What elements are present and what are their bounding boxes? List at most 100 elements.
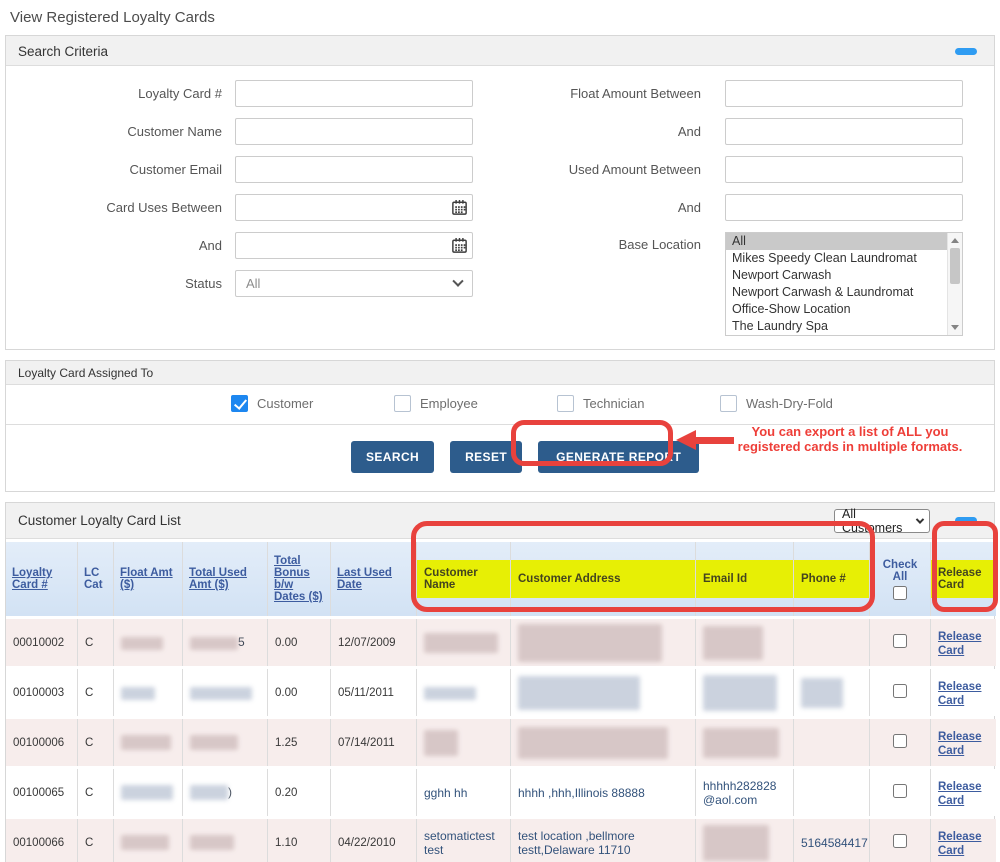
search-criteria-panel: Search Criteria Loyalty Card # Customer … bbox=[5, 35, 995, 350]
row-checkbox[interactable] bbox=[893, 634, 907, 648]
used-between-label: Used Amount Between bbox=[568, 162, 701, 177]
action-buttons: SEARCH RESET GENERATE REPORT bbox=[6, 424, 994, 491]
release-card-link[interactable]: Release Card bbox=[938, 681, 981, 707]
employee-checkbox[interactable] bbox=[394, 395, 411, 412]
base-location-option[interactable]: Mikes Speedy Clean Laundromat bbox=[726, 250, 962, 267]
redacted-value bbox=[424, 632, 498, 653]
card-uses-between-label: Card Uses Between bbox=[106, 200, 222, 215]
base-location-option[interactable]: Newport Carwash bbox=[726, 267, 962, 284]
table-row: 00010002 C 5 0.00 12/07/2009 Release Car… bbox=[6, 619, 996, 666]
redacted-value bbox=[121, 735, 171, 751]
release-card-link[interactable]: Release Card bbox=[938, 731, 981, 757]
col-header-phone: Phone # bbox=[793, 542, 869, 616]
redacted-value bbox=[801, 677, 843, 708]
base-location-listbox[interactable]: All Mikes Speedy Clean Laundromat Newpor… bbox=[725, 232, 963, 336]
redacted-value bbox=[121, 686, 155, 700]
base-location-option[interactable]: Office-Show Location bbox=[726, 301, 962, 318]
customer-filter-select[interactable]: All Customers bbox=[834, 507, 930, 535]
float-and-label: And bbox=[677, 124, 701, 139]
assigned-to-header: Loyalty Card Assigned To bbox=[6, 361, 994, 385]
redacted-value bbox=[518, 623, 662, 662]
loyalty-card-label: Loyalty Card # bbox=[138, 86, 222, 101]
sort-link-last-used[interactable]: Last Used Date bbox=[337, 567, 392, 591]
col-header-total-bonus: Total Bonus b/w Dates ($) bbox=[267, 542, 330, 616]
row-checkbox[interactable] bbox=[893, 734, 907, 748]
col-header-email-id: Email Id bbox=[695, 542, 793, 616]
redacted-value bbox=[518, 726, 668, 759]
float-from-input[interactable] bbox=[725, 80, 963, 107]
col-header-float-amt: Float Amt ($) bbox=[113, 542, 182, 616]
sort-link-float-amt[interactable]: Float Amt ($) bbox=[120, 567, 173, 591]
scrollbar[interactable] bbox=[947, 233, 962, 335]
technician-checkbox-label: Technician bbox=[583, 396, 645, 411]
base-location-label: Base Location bbox=[618, 237, 701, 252]
release-card-link[interactable]: Release Card bbox=[938, 781, 981, 807]
status-select[interactable]: All bbox=[235, 270, 473, 297]
table-row: 00100065 C ) 0.20 gghh hh hhhh ,hhh,Illi… bbox=[6, 769, 996, 816]
base-location-option[interactable]: The Laundry Spa bbox=[726, 318, 962, 335]
card-list-title: Customer Loyalty Card List bbox=[18, 513, 181, 528]
customer-checkbox[interactable] bbox=[231, 395, 248, 412]
card-list-header: Customer Loyalty Card List All Customers bbox=[6, 503, 994, 539]
row-checkbox[interactable] bbox=[893, 784, 907, 798]
customer-name-label: Customer Name bbox=[127, 124, 222, 139]
base-location-option[interactable]: Newport Carwash & Laundromat bbox=[726, 284, 962, 301]
customer-name-input[interactable] bbox=[235, 118, 473, 145]
col-header-customer-name: Customer Name bbox=[416, 542, 510, 616]
scroll-down-icon[interactable] bbox=[951, 325, 959, 330]
col-header-lc-cat: LC Cat bbox=[77, 542, 113, 616]
release-card-link[interactable]: Release Card bbox=[938, 631, 981, 657]
collapse-icon[interactable] bbox=[955, 48, 977, 55]
redacted-value bbox=[190, 735, 238, 751]
check-all-checkbox[interactable] bbox=[893, 585, 907, 600]
chevron-down-icon bbox=[452, 275, 464, 287]
sort-link-loyalty-card[interactable]: Loyalty Card # bbox=[12, 567, 52, 591]
col-header-total-used: Total Used Amt ($) bbox=[182, 542, 267, 616]
col-header-check-all: Check All bbox=[869, 542, 930, 616]
base-location-option[interactable]: All bbox=[726, 233, 962, 250]
col-header-release-card: Release Card bbox=[930, 542, 996, 616]
float-between-label: Float Amount Between bbox=[570, 86, 701, 101]
card-uses-from-input[interactable] bbox=[235, 194, 473, 221]
float-to-input[interactable] bbox=[725, 118, 963, 145]
card-uses-to-input[interactable] bbox=[235, 232, 473, 259]
redacted-value bbox=[703, 625, 763, 660]
release-card-link[interactable]: Release Card bbox=[938, 831, 981, 857]
search-button[interactable]: SEARCH bbox=[351, 441, 435, 473]
redacted-value bbox=[121, 835, 169, 851]
status-value: All bbox=[246, 276, 261, 291]
loyalty-card-input[interactable] bbox=[235, 80, 473, 107]
customer-email-input[interactable] bbox=[235, 156, 473, 183]
assigned-to-options: Customer Employee Technician Wash-Dry-Fo… bbox=[6, 385, 994, 424]
collapse-icon[interactable] bbox=[955, 517, 977, 524]
wash-dry-fold-checkbox[interactable] bbox=[720, 395, 737, 412]
customer-checkbox-label: Customer bbox=[257, 396, 314, 411]
used-from-input[interactable] bbox=[725, 156, 963, 183]
scrollbar-thumb[interactable] bbox=[950, 248, 960, 284]
redacted-value bbox=[121, 636, 163, 650]
table-header-row: Loyalty Card # LC Cat Float Amt ($) Tota… bbox=[6, 542, 996, 616]
redacted-value bbox=[190, 686, 252, 700]
calendar-icon[interactable] bbox=[451, 237, 468, 259]
row-checkbox[interactable] bbox=[893, 834, 907, 848]
used-to-input[interactable] bbox=[725, 194, 963, 221]
sort-link-total-bonus[interactable]: Total Bonus b/w Dates ($) bbox=[274, 555, 323, 603]
base-location-option[interactable]: The Laundry Spa Showroom bbox=[726, 335, 962, 336]
technician-checkbox[interactable] bbox=[557, 395, 574, 412]
row-checkbox[interactable] bbox=[893, 684, 907, 698]
customer-email-label: Customer Email bbox=[129, 162, 222, 177]
page-title: View Registered Loyalty Cards bbox=[10, 9, 215, 26]
assigned-to-title: Loyalty Card Assigned To bbox=[18, 366, 154, 380]
sort-link-total-used[interactable]: Total Used Amt ($) bbox=[189, 567, 247, 591]
customer-filter-value: All Customers bbox=[842, 507, 903, 535]
redacted-value bbox=[190, 835, 234, 851]
generate-report-button[interactable]: GENERATE REPORT bbox=[538, 441, 700, 473]
redacted-value bbox=[518, 675, 640, 710]
search-form: Loyalty Card # Customer Name Customer Em… bbox=[6, 66, 994, 349]
redacted-value bbox=[703, 674, 777, 711]
scroll-up-icon[interactable] bbox=[951, 238, 959, 243]
reset-button[interactable]: RESET bbox=[450, 441, 523, 473]
calendar-icon[interactable] bbox=[451, 199, 468, 221]
redacted-value bbox=[190, 785, 228, 801]
card-list-panel: Customer Loyalty Card List All Customers… bbox=[5, 502, 996, 862]
